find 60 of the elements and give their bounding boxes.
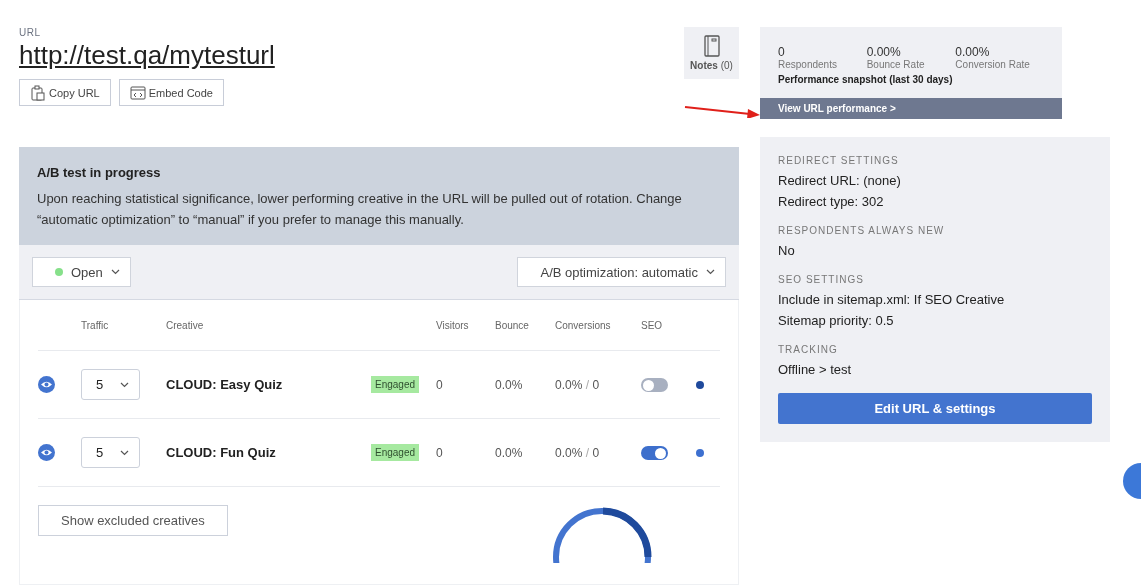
column-header: SEO — [641, 319, 664, 331]
chevron-down-icon — [110, 269, 120, 275]
ab-test-description: Upon reaching statistical significance, lower performing creative in the URL will be pulled out of rotation. Change “automatic optimization” to “manual” if you prefer to manage this manually. — [37, 190, 683, 229]
table-cell-text: 0.0% — [495, 445, 524, 460]
creative-name: CLOUD: Easy Quiz — [166, 377, 284, 392]
setting-value: No — [778, 242, 796, 260]
performance-caption: Performance snapshot (last 30 days) — [777, 73, 954, 87]
stat-value: 0.00% — [955, 45, 991, 59]
view-performance-link[interactable]: View URL performance > — [760, 98, 1062, 119]
setting-value: Offline > test — [778, 361, 853, 379]
creative-name: CLOUD: Fun Quiz — [166, 445, 277, 460]
traffic-dropdown[interactable]: 5 — [81, 369, 140, 400]
table-cell-text: 0 — [436, 445, 444, 460]
chevron-down-icon — [706, 269, 715, 275]
ab-test-title: A/B test in progress — [37, 165, 162, 180]
section-heading: SEO SETTINGS — [778, 274, 865, 285]
column-header: Visitors — [436, 319, 470, 331]
seo-toggle[interactable] — [641, 445, 668, 460]
setting-value: Include in sitemap.xml: If SEO Creative — [778, 291, 1006, 309]
url-link[interactable]: http://test.qa/mytesturl — [19, 40, 275, 71]
engaged-badge: Engaged — [371, 444, 420, 461]
table-cell-text: 0 — [436, 377, 444, 392]
column-header: Traffic — [81, 319, 110, 331]
setting-value: Redirect URL: (none) — [778, 172, 902, 190]
section-heading: RESPONDENTS ALWAYS NEW — [778, 225, 946, 236]
stat-label: Conversion Rate — [955, 59, 1031, 70]
setting-value: Sitemap priority: 0.5 — [778, 312, 895, 330]
table-cell-text: 0.0% / 0 — [555, 377, 601, 392]
stat-label: Respondents — [778, 59, 838, 70]
column-header: Conversions — [555, 319, 612, 331]
section-heading: REDIRECT SETTINGS — [778, 155, 900, 166]
eye-icon[interactable] — [38, 376, 55, 393]
copy-url-button[interactable]: Copy URL — [19, 79, 111, 106]
stat-label: Bounce Rate — [866, 59, 926, 70]
embed-code-button[interactable]: Embed Code — [118, 79, 224, 106]
clipboard-icon — [30, 84, 46, 101]
table-cell-text: 0.0% — [495, 377, 524, 392]
seo-toggle[interactable] — [641, 377, 668, 392]
eye-icon[interactable] — [38, 444, 55, 461]
column-header: Creative — [166, 319, 205, 331]
setting-value: Redirect type: 302 — [778, 193, 885, 211]
table-cell-text: 0.0% / 0 — [555, 445, 601, 460]
stat-value: 0 — [778, 45, 786, 59]
traffic-dropdown[interactable]: 5 — [81, 437, 140, 468]
stat-value: 0.00% — [866, 45, 902, 59]
show-excluded-button[interactable]: Show excluded creatives — [38, 505, 228, 536]
optimization-dropdown[interactable]: A/B optimization: automatic — [517, 257, 726, 287]
code-window-icon — [129, 85, 146, 100]
chevron-down-icon — [120, 449, 129, 456]
status-dot — [55, 268, 63, 276]
chevron-down-icon — [120, 381, 129, 388]
url-label: URL — [19, 27, 42, 38]
notes-button[interactable]: Notes (0) — [684, 27, 739, 79]
help-icon[interactable] — [1122, 462, 1141, 500]
status-dropdown[interactable]: Open — [32, 257, 131, 287]
column-header: Bounce — [495, 319, 530, 331]
section-heading: TRACKING — [778, 344, 839, 355]
engaged-badge: Engaged — [371, 376, 420, 393]
edit-settings-button[interactable]: Edit URL & settings — [778, 393, 1092, 424]
notebook-icon — [703, 35, 720, 57]
